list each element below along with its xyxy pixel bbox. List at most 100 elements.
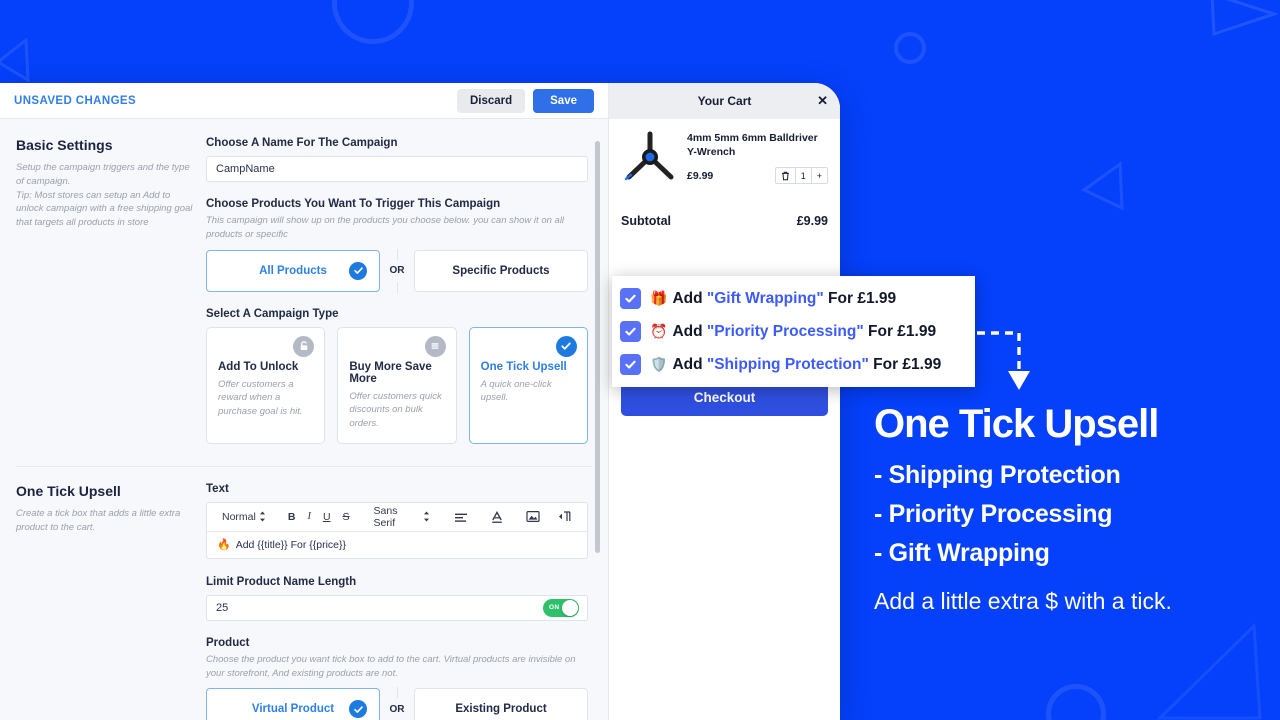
font-select[interactable]: Sans Serif (368, 503, 436, 531)
promo-headline: One Tick Upsell (874, 402, 1159, 446)
decor-triangle-midleft (1081, 161, 1124, 211)
all-products-option[interactable]: All Products (206, 249, 380, 292)
campaign-card-title: One Tick Upsell (480, 360, 567, 373)
toggle-knob (562, 599, 578, 616)
trash-icon[interactable] (776, 168, 795, 183)
subtotal-label: Subtotal (621, 214, 671, 229)
save-button[interactable]: Save (533, 88, 594, 113)
trigger-products-help: This campaign will show up on the produc… (206, 215, 565, 240)
gift-emoji-icon: 🎁 (650, 290, 668, 306)
trigger-products-choices: All Products OR Specific Products (206, 248, 588, 293)
upsell-product-name: "Shipping Protection" (706, 355, 869, 373)
italic-button[interactable]: I (301, 503, 317, 531)
shield-emoji-icon: 🛡️ (650, 356, 668, 372)
campaign-card-buy-more-save-more[interactable]: Buy More Save More Offer customers quick… (337, 326, 457, 444)
decor-triangle-bottomright (1156, 622, 1262, 720)
decor-ring-topright (894, 32, 926, 64)
heading-select[interactable]: Normal (216, 503, 272, 531)
close-icon[interactable]: ✕ (817, 93, 828, 109)
decor-ring-bottom (1046, 684, 1106, 720)
specific-products-option[interactable]: Specific Products (414, 249, 588, 292)
trigger-products-label: Choose Products You Want To Trigger This… (206, 198, 501, 210)
text-color-icon[interactable] (484, 503, 510, 531)
upsell-suffix: For £1.99 (823, 289, 897, 307)
screenshot-root: UNSAVED CHANGES Discard Save Basic Setti… (0, 0, 1280, 720)
upsell-checkbox[interactable] (620, 321, 641, 342)
limit-name-length-row: ON (206, 594, 588, 621)
campaign-card-title: Buy More Save More (349, 360, 432, 385)
upsell-prefix: Add (672, 322, 707, 340)
check-icon (349, 700, 367, 719)
campaign-card-one-tick-upsell[interactable]: One Tick Upsell A quick one-click upsell… (468, 326, 588, 444)
bold-button[interactable]: B (282, 503, 302, 531)
alarm-clock-emoji-icon: ⏰ (650, 323, 668, 339)
product-or-separator: OR (380, 687, 414, 720)
product-thumbnail (621, 131, 679, 183)
settings-scrollbar-track[interactable] (595, 127, 604, 690)
limit-name-length-label: Limit Product Name Length (206, 575, 357, 588)
limit-name-length-toggle[interactable]: ON (543, 598, 579, 617)
basic-settings-intro: Basic Settings Setup the campaign trigge… (16, 137, 206, 444)
unsaved-changes-status: UNSAVED CHANGES (14, 94, 137, 107)
existing-product-label: Existing Product (455, 703, 547, 716)
products-or-separator: OR (380, 248, 414, 293)
cart-item-info: 4mm 5mm 6mm Balldriver Y-Wrench £9.99 1 … (687, 131, 828, 185)
settings-scroll-area[interactable]: Basic Settings Setup the campaign trigge… (0, 119, 608, 720)
discard-button[interactable]: Discard (456, 88, 526, 113)
cart-body: 4mm 5mm 6mm Balldriver Y-Wrench £9.99 1 … (609, 119, 840, 228)
product-type-choices: Virtual Product OR Existing Product (206, 687, 588, 720)
upsell-label: Add "Priority Processing" For £1.99 (672, 323, 936, 341)
settings-scrollbar-thumb[interactable] (595, 141, 600, 553)
upsell-prefix: Add (672, 289, 707, 307)
upsell-checkbox[interactable] (620, 354, 641, 375)
image-icon[interactable] (520, 503, 546, 531)
text-direction-icon[interactable] (552, 503, 578, 531)
upsell-prefix: Add (672, 355, 707, 373)
cart-panel: Your Cart ✕ 4mm 5mm 6mm Balldriver Y-Wre… (608, 83, 840, 720)
subtotal-value: £9.99 (796, 214, 828, 229)
decor-ring-topleft (332, 0, 414, 44)
promo-copy: One Tick Upsell - Shipping Protection - … (874, 404, 1274, 617)
chevron-updown-icon (259, 511, 266, 522)
product-field-label: Product (206, 636, 250, 649)
chevron-updown-icon (423, 511, 430, 522)
virtual-product-label: Virtual Product (251, 703, 335, 716)
check-icon (555, 335, 577, 357)
toggle-on-label: ON (549, 604, 560, 612)
existing-product-option[interactable]: Existing Product (414, 688, 588, 720)
quantity-value[interactable]: 1 (794, 168, 812, 184)
section-basic-settings: Basic Settings Setup the campaign trigge… (0, 119, 608, 444)
upsell-label: Add "Gift Wrapping" For £1.99 (672, 290, 896, 308)
cart-item-controls: £9.99 1 + (687, 167, 828, 185)
upsell-label: Add "Shipping Protection" For £1.99 (672, 356, 941, 374)
all-products-label: All Products (259, 264, 327, 277)
campaign-type-cards: Add To Unlock Offer customers a reward w… (206, 326, 588, 444)
upsell-product-name: "Priority Processing" (706, 322, 864, 340)
editor-content[interactable]: 🔥 Add {{title}} For {{price}} (207, 532, 587, 558)
editor-toolbar: Normal B I U S Sans Serif (207, 503, 587, 532)
campaign-card-add-to-unlock[interactable]: Add To Unlock Offer customers a reward w… (206, 326, 326, 444)
settings-content: Basic Settings Setup the campaign trigge… (0, 119, 608, 720)
save-bar-actions: Discard Save (456, 88, 594, 113)
cart-line-item: 4mm 5mm 6mm Balldriver Y-Wrench £9.99 1 … (621, 131, 828, 185)
decor-triangle-topright (1210, 0, 1278, 37)
campaign-card-desc: Offer customers a reward when a purchase… (218, 378, 303, 418)
upsell-checkbox[interactable] (620, 288, 641, 309)
strikethrough-button[interactable]: S (337, 503, 356, 531)
basic-settings-fields: Choose A Name For The Campaign Choose Pr… (206, 137, 588, 444)
one-tick-upsell-fields: Text Normal B I U S Sans Serif 🔥 Add {{t… (206, 483, 588, 720)
campaign-name-input[interactable] (206, 156, 588, 182)
align-icon[interactable] (448, 503, 474, 531)
increase-quantity-button[interactable]: + (812, 168, 827, 183)
one-tick-upsell-description: Create a tick box that adds a little ext… (16, 507, 181, 533)
campaign-card-desc: A quick one-click upsell. (480, 378, 552, 404)
check-icon (349, 261, 367, 280)
limit-name-length-input[interactable] (206, 594, 588, 621)
underline-button[interactable]: U (317, 503, 337, 531)
lock-icon (293, 335, 315, 357)
virtual-product-option[interactable]: Virtual Product (206, 688, 380, 720)
campaign-card-title: Add To Unlock (218, 360, 299, 373)
cart-item-name: 4mm 5mm 6mm Balldriver Y-Wrench (687, 132, 818, 159)
upsell-suffix: For £1.99 (868, 355, 942, 373)
basic-settings-title: Basic Settings (16, 137, 113, 153)
